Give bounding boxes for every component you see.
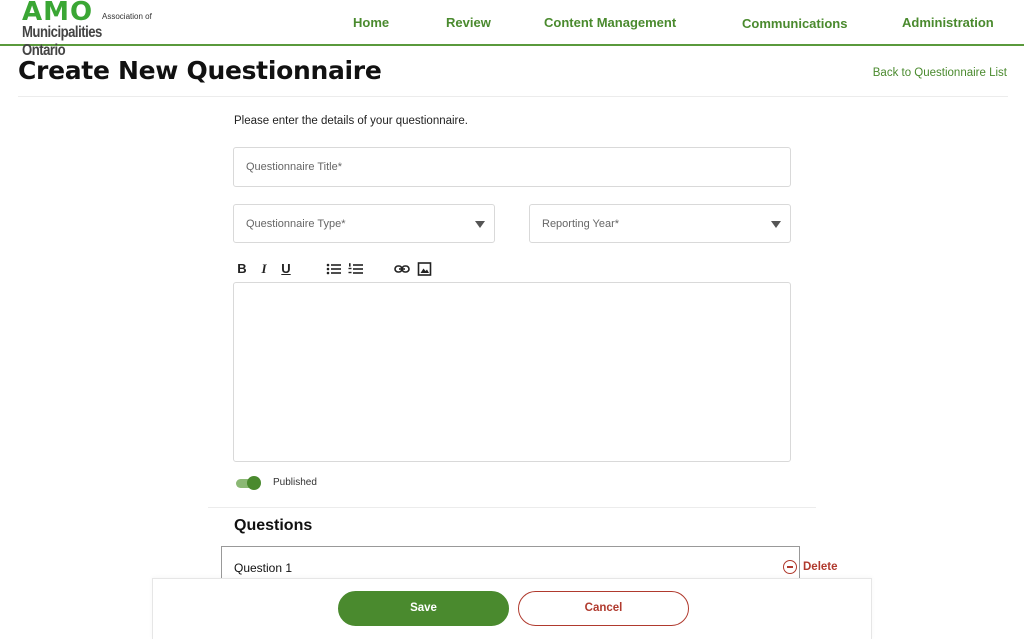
published-toggle[interactable] xyxy=(236,476,261,490)
nav-review[interactable]: Review xyxy=(446,15,491,30)
published-label: Published xyxy=(273,477,317,488)
save-button[interactable]: Save xyxy=(338,591,509,626)
back-to-list-link[interactable]: Back to Questionnaire List xyxy=(873,67,1007,79)
questionnaire-type-placeholder: Questionnaire Type* xyxy=(246,218,346,230)
question-label: Question 1 xyxy=(234,561,293,575)
nav-home[interactable]: Home xyxy=(353,15,389,30)
cancel-button[interactable]: Cancel xyxy=(518,591,689,626)
main-nav: Home Review Content Management Communica… xyxy=(0,15,1024,33)
link-icon[interactable] xyxy=(394,260,410,278)
questions-heading: Questions xyxy=(234,517,313,534)
page-title-row: Create New Questionnaire Back to Questio… xyxy=(0,48,1024,97)
toggle-knob xyxy=(247,476,261,490)
questionnaire-title-input[interactable]: Questionnaire Title* xyxy=(233,147,791,187)
minus-circle-icon xyxy=(783,560,797,574)
delete-label: Delete xyxy=(803,561,838,573)
bullet-list-icon[interactable] xyxy=(326,260,342,278)
nav-content-management[interactable]: Content Management xyxy=(544,15,676,30)
bold-button[interactable]: B xyxy=(236,260,248,278)
numbered-list-icon[interactable] xyxy=(348,260,364,278)
questionnaire-type-select[interactable]: Questionnaire Type* xyxy=(233,204,495,243)
caret-down-icon xyxy=(475,221,485,228)
form-action-bar: Save Cancel xyxy=(152,578,872,639)
title-divider xyxy=(18,96,1008,97)
caret-down-icon xyxy=(771,221,781,228)
editor-toolbar: B I U xyxy=(236,260,496,278)
italic-button[interactable]: I xyxy=(258,260,270,278)
underline-button[interactable]: U xyxy=(280,260,292,278)
reporting-year-placeholder: Reporting Year* xyxy=(542,218,620,230)
questions-divider xyxy=(208,507,816,508)
form-intro: Please enter the details of your questio… xyxy=(234,115,468,127)
nav-administration[interactable]: Administration xyxy=(902,15,994,30)
page-title: Create New Questionnaire xyxy=(18,56,382,85)
image-icon[interactable] xyxy=(417,260,433,278)
questionnaire-title-placeholder: Questionnaire Title* xyxy=(246,161,342,173)
nav-communications[interactable]: Communications xyxy=(742,16,847,31)
app-header: AMO Association of Municipalities Ontari… xyxy=(0,0,1024,59)
description-editor[interactable] xyxy=(233,282,791,462)
reporting-year-select[interactable]: Reporting Year* xyxy=(529,204,791,243)
